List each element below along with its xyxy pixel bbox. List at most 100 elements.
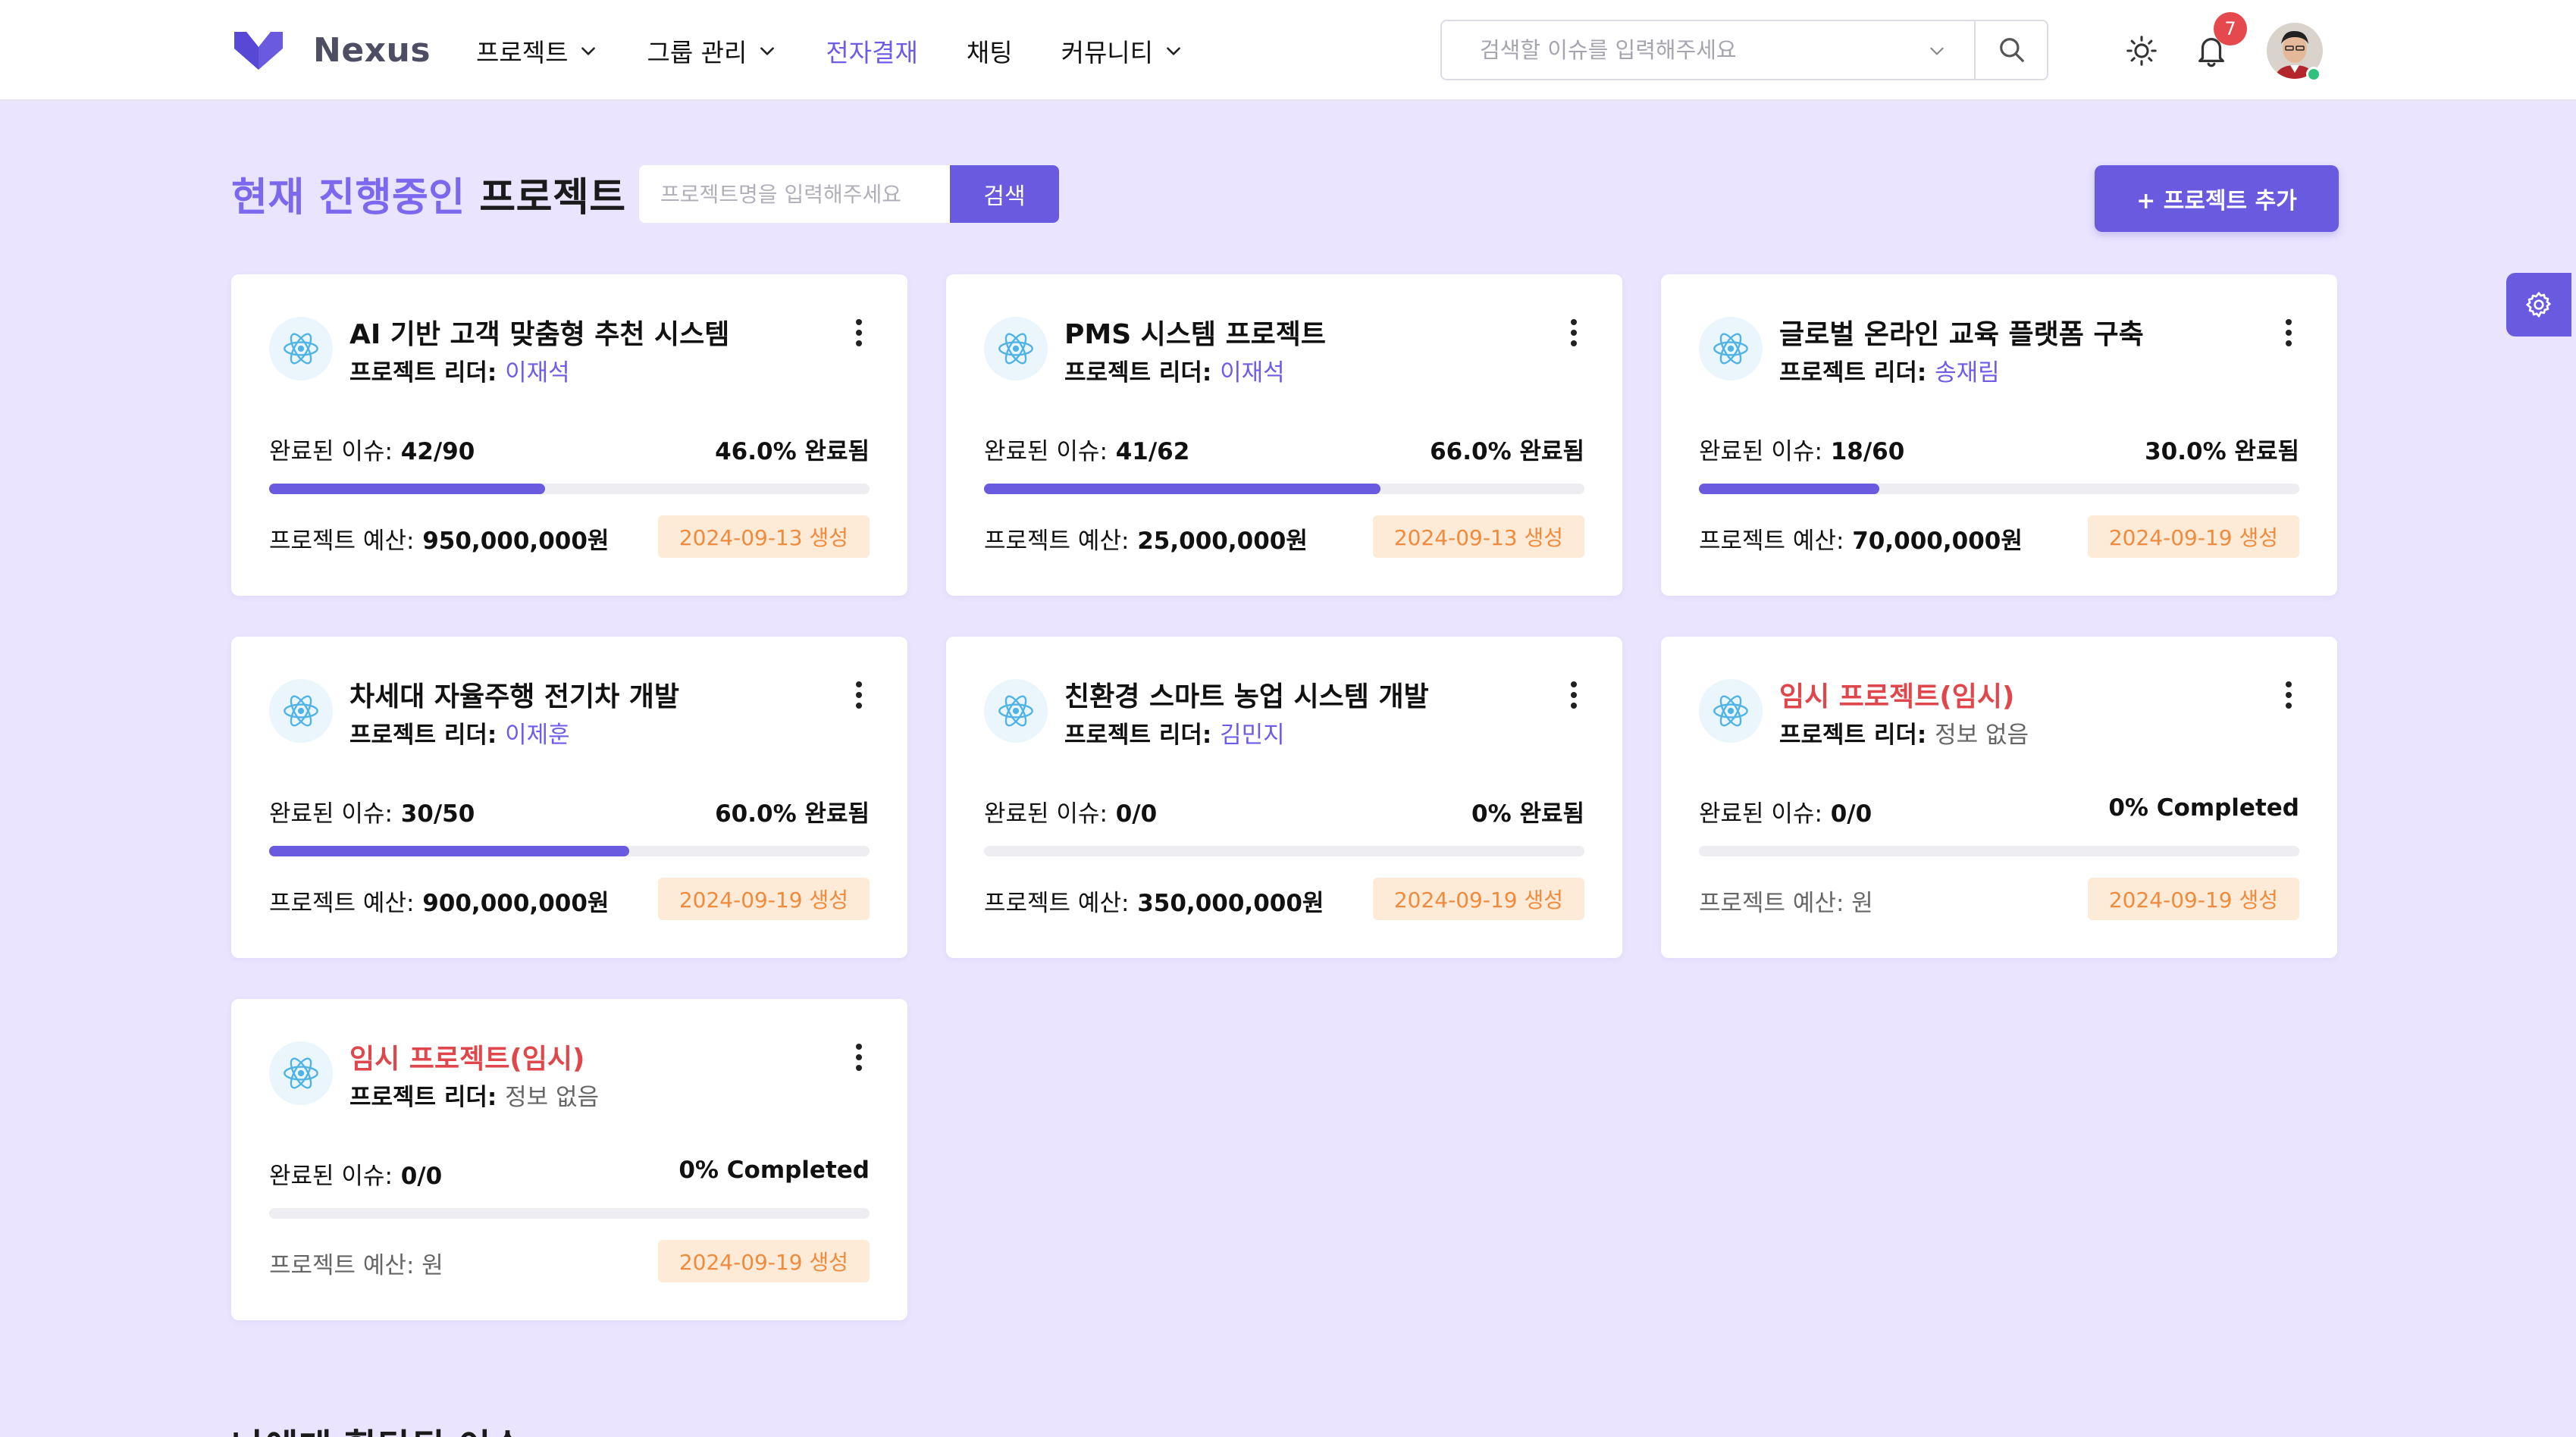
- project-leader: 프로젝트 리더: 이재석: [1064, 353, 1285, 387]
- project-card[interactable]: AI 기반 고객 맞춤형 추천 시스템 프로젝트 리더: 이재석 완료된 이슈: 4…: [231, 274, 907, 596]
- completion-percent: 46.0% 완료됨: [715, 438, 870, 465]
- main-nav: 프로젝트 그룹 관리 전자결재 채팅 커뮤니티: [476, 30, 1232, 71]
- project-icon: [269, 317, 333, 380]
- nav-projects[interactable]: 프로젝트: [476, 33, 598, 69]
- page-title-rest: 프로젝트: [479, 175, 626, 221]
- budget-label: 프로젝트 예산:: [984, 528, 1130, 555]
- project-budget: 프로젝트 예산: 900,000,000원: [269, 884, 609, 918]
- leader-name: 송재림: [1935, 359, 2000, 387]
- progress-bar: [269, 846, 870, 856]
- nav-label: 그룹 관리: [647, 38, 747, 67]
- card-options-button[interactable]: [845, 315, 873, 350]
- project-budget: 프로젝트 예산: 원: [269, 1246, 443, 1280]
- project-budget: 프로젝트 예산: 950,000,000원: [269, 521, 609, 556]
- progress-bar: [269, 484, 870, 494]
- issue-search-input[interactable]: [1442, 21, 1973, 79]
- top-navigation-bar: Nexus 프로젝트 그룹 관리 전자결재 채팅 커뮤니티 검색할 이슈를 입력…: [0, 0, 2576, 101]
- project-leader: 프로젝트 리더: 송재림: [1779, 353, 2000, 387]
- issues-label: 완료된 이슈:: [269, 1163, 393, 1190]
- budget-label: 프로젝트 예산:: [269, 1252, 415, 1279]
- nav-chat[interactable]: 채팅: [967, 33, 1013, 69]
- completed-issues: 완료된 이슈: 0/0: [984, 794, 1157, 828]
- search-icon: [2000, 38, 2024, 62]
- completion-percent: 0% 완료됨: [1471, 800, 1584, 828]
- react-icon: [1713, 695, 1748, 727]
- add-project-button[interactable]: + 프로젝트 추가: [2095, 165, 2339, 232]
- project-title[interactable]: 글로벌 온라인 교육 플랫폼 구축: [1779, 312, 2144, 352]
- leader-label: 프로젝트 리더:: [1779, 722, 1927, 749]
- issues-value: 0/0: [400, 1163, 443, 1190]
- nav-group-management[interactable]: 그룹 관리: [647, 33, 777, 69]
- chevron-down-icon: [760, 47, 775, 55]
- kebab-menu-icon: [856, 681, 862, 709]
- settings-panel-toggle[interactable]: [2506, 273, 2571, 337]
- card-options-button[interactable]: [2275, 315, 2302, 350]
- leader-name: 이재석: [505, 359, 570, 387]
- nav-label: 커뮤니티: [1061, 38, 1154, 67]
- budget-value: 70,000,000원: [1852, 528, 2023, 555]
- completion-percent: 60.0% 완료됨: [715, 800, 870, 828]
- budget-value: 25,000,000원: [1137, 528, 1308, 555]
- issue-search-button[interactable]: [1976, 21, 2048, 79]
- project-title[interactable]: AI 기반 고객 맞춤형 추천 시스템: [349, 312, 729, 352]
- theme-toggle-button[interactable]: [2123, 32, 2161, 70]
- completed-issues: 완료된 이슈: 30/50: [269, 794, 475, 828]
- chevron-down-icon[interactable]: [1927, 41, 1947, 61]
- completion-percent: 66.0% 완료됨: [1430, 438, 1584, 465]
- card-options-button[interactable]: [845, 1040, 873, 1075]
- completed-issues: 완료된 이슈: 0/0: [1699, 794, 1872, 828]
- budget-label: 프로젝트 예산:: [269, 528, 415, 555]
- project-card[interactable]: 글로벌 온라인 교육 플랫폼 구축 프로젝트 리더: 송재림 완료된 이슈: 18/…: [1661, 274, 2337, 596]
- react-icon: [998, 333, 1033, 365]
- project-title[interactable]: PMS 시스템 프로젝트: [1064, 312, 1326, 352]
- issues-label: 완료된 이슈:: [984, 438, 1108, 465]
- created-date-badge: 2024-09-19 생성: [2087, 515, 2299, 558]
- project-title[interactable]: 임시 프로젝트(임시): [1779, 675, 2014, 714]
- project-title[interactable]: 친환경 스마트 농업 시스템 개발: [1064, 675, 1429, 714]
- project-card[interactable]: 임시 프로젝트(임시) 프로젝트 리더: 정보 없음 완료된 이슈: 0/0 0% C…: [1661, 637, 2337, 958]
- issues-label: 완료된 이슈:: [269, 438, 393, 465]
- card-options-button[interactable]: [2275, 678, 2302, 712]
- react-icon: [284, 333, 318, 365]
- project-card[interactable]: 차세대 자율주행 전기차 개발 프로젝트 리더: 이제훈 완료된 이슈: 30/50…: [231, 637, 907, 958]
- project-icon: [1699, 317, 1763, 380]
- project-card[interactable]: PMS 시스템 프로젝트 프로젝트 리더: 이재석완료된 이슈: 41/62 66.…: [946, 274, 1622, 596]
- progress-bar: [1699, 846, 2299, 856]
- budget-value: 원: [1851, 890, 1873, 917]
- react-icon: [284, 695, 318, 727]
- budget-label: 프로젝트 예산:: [984, 890, 1130, 917]
- issues-value: 18/60: [1830, 438, 1905, 465]
- card-options-button[interactable]: [1560, 315, 1587, 350]
- project-icon: [1699, 679, 1763, 743]
- project-title[interactable]: 차세대 자율주행 전기차 개발: [349, 675, 679, 714]
- card-options-button[interactable]: [845, 678, 873, 712]
- issues-value: 41/62: [1115, 438, 1190, 465]
- leader-name: 김민지: [1220, 722, 1285, 749]
- issues-label: 완료된 이슈:: [269, 800, 393, 828]
- project-search-button[interactable]: 검색: [950, 165, 1059, 223]
- nav-e-approval[interactable]: 전자결재: [826, 33, 917, 69]
- project-card[interactable]: 친환경 스마트 농업 시스템 개발 프로젝트 리더: 김민지 완료된 이슈: 0/0…: [946, 637, 1622, 958]
- issue-search-box: [1440, 20, 2048, 80]
- created-date-badge: 2024-09-13 생성: [1372, 515, 1584, 558]
- project-budget: 프로젝트 예산: 350,000,000원: [984, 884, 1324, 918]
- project-leader: 프로젝트 리더: 정보 없음: [1779, 715, 2029, 750]
- leader-label: 프로젝트 리더:: [349, 1084, 497, 1111]
- project-title[interactable]: 임시 프로젝트(임시): [349, 1037, 584, 1076]
- chevron-down-icon: [581, 47, 596, 55]
- issues-value: 30/50: [400, 800, 475, 828]
- card-options-button[interactable]: [1560, 678, 1587, 712]
- budget-value: 900,000,000원: [422, 890, 610, 917]
- logo[interactable]: Nexus: [231, 29, 431, 71]
- progress-bar: [1699, 484, 2299, 494]
- nav-community[interactable]: 커뮤니티: [1061, 33, 1183, 69]
- created-date-badge: 2024-09-19 생성: [657, 878, 870, 920]
- issues-value: 42/90: [400, 438, 475, 465]
- project-card[interactable]: 임시 프로젝트(임시) 프로젝트 리더: 정보 없음 완료된 이슈: 0/0 0% C…: [231, 999, 907, 1320]
- budget-value: 원: [421, 1252, 443, 1279]
- react-icon: [998, 695, 1033, 727]
- project-search-input[interactable]: [639, 165, 950, 223]
- sun-icon: [2126, 36, 2157, 66]
- leader-label: 프로젝트 리더:: [1779, 359, 1927, 387]
- leader-name: 정보 없음: [1935, 722, 2029, 749]
